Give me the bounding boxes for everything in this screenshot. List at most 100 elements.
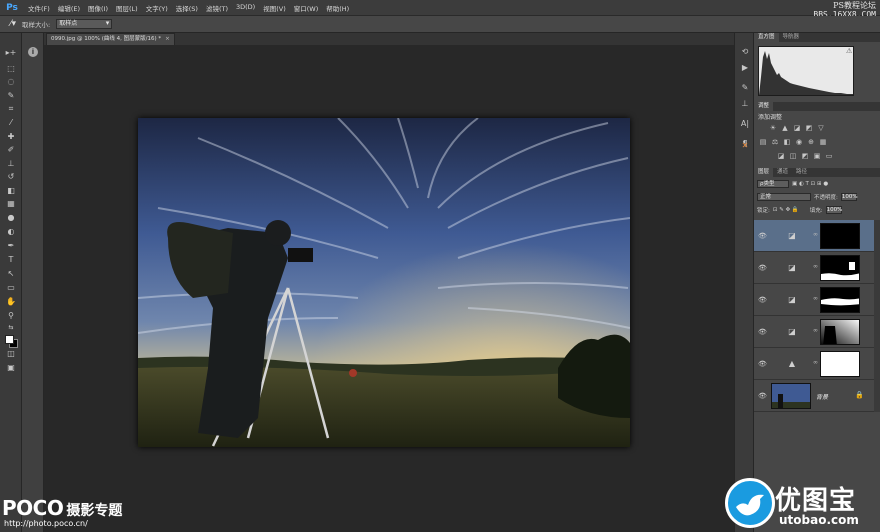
link-chain-icon[interactable]: ∞ xyxy=(813,359,818,366)
tab-paths[interactable]: 路径 xyxy=(792,168,811,177)
opacity-input[interactable]: 100% xyxy=(840,193,858,201)
close-tab-icon[interactable]: × xyxy=(165,36,170,42)
layer-levels-1[interactable]: 👁 ▲ ∞ xyxy=(754,348,874,380)
type-tool-icon[interactable]: T xyxy=(5,255,17,265)
shape-tool-icon[interactable]: ▭ xyxy=(5,283,17,293)
link-chain-icon[interactable]: ∞ xyxy=(813,327,818,334)
healing-brush-icon[interactable]: ✚ xyxy=(5,132,17,142)
photo-filter-icon[interactable]: ◉ xyxy=(794,138,804,146)
layer-mask-thumbnail[interactable] xyxy=(820,351,860,377)
hue-saturation-icon[interactable]: ▤ xyxy=(758,138,768,146)
exposure-icon[interactable]: ◩ xyxy=(804,124,814,132)
invert-icon[interactable]: ◪ xyxy=(776,152,786,160)
layer-mask-thumbnail[interactable] xyxy=(820,319,860,345)
clone-stamp-icon[interactable]: ⊥ xyxy=(5,159,17,169)
layer-mask-thumbnail[interactable] xyxy=(820,287,860,313)
selective-color-icon[interactable]: ▣ xyxy=(812,152,822,160)
layer-kind-filter[interactable]: ρ类型 xyxy=(757,180,789,188)
quick-select-tool-icon[interactable]: ✎ xyxy=(5,91,17,101)
lasso-tool-icon[interactable]: ◌ xyxy=(5,77,17,87)
eraser-tool-icon[interactable]: ◧ xyxy=(5,186,17,196)
visibility-eye-icon[interactable]: 👁 xyxy=(758,264,767,272)
layer-curves-1[interactable]: 👁 ◪ ∞ xyxy=(754,316,874,348)
swap-colors-icon[interactable]: ⇆ xyxy=(5,323,17,333)
curves-icon[interactable]: ◪ xyxy=(792,124,802,132)
channel-mixer-icon[interactable]: ⊕ xyxy=(806,138,816,146)
histogram-warning-icon[interactable]: ⚠ xyxy=(846,47,852,55)
link-chain-icon[interactable]: ∞ xyxy=(813,295,818,302)
layer-curves-2[interactable]: 👁 ◪ ∞ xyxy=(754,284,874,316)
document-photo[interactable] xyxy=(138,118,630,447)
fill-input[interactable]: 100% xyxy=(825,206,842,214)
lock-icons[interactable]: ⊡ ✎ ✥ 🔒 xyxy=(773,207,799,213)
tab-channels[interactable]: 通道 xyxy=(773,168,792,177)
layer-background[interactable]: 👁 背景 🔒 xyxy=(754,380,874,412)
color-lookup-icon[interactable]: ▦ xyxy=(818,138,828,146)
clone-source-icon[interactable]: ⊥ xyxy=(740,99,750,108)
sample-size-select[interactable]: 取样点 xyxy=(56,19,113,29)
tab-layers[interactable]: 图层 xyxy=(754,168,774,177)
vibrance-icon[interactable]: ▽ xyxy=(816,124,826,132)
color-balance-icon[interactable]: ⚖ xyxy=(770,138,780,146)
brush-tool-icon[interactable]: ✐ xyxy=(5,145,17,155)
quick-mask-icon[interactable]: ◫ xyxy=(5,349,17,359)
levels-icon[interactable]: ▲ xyxy=(780,124,790,132)
layer-filter-icons[interactable]: ▣ ◐ T ⊡ ⊞ ● xyxy=(792,181,828,187)
menu-item-5[interactable]: 选择(S) xyxy=(172,3,202,13)
link-chain-icon[interactable]: ∞ xyxy=(813,263,818,270)
menu-item-4[interactable]: 文字(Y) xyxy=(142,3,172,13)
blend-mode-select[interactable]: 正常 xyxy=(757,193,811,201)
history-brush-icon[interactable]: ↺ xyxy=(5,172,17,182)
menu-item-1[interactable]: 编辑(E) xyxy=(54,3,84,13)
tab-histogram[interactable]: 直方图 xyxy=(754,33,779,42)
menu-item-0[interactable]: 文件(F) xyxy=(24,3,54,13)
tools-preset-icon[interactable]: ✕ xyxy=(740,141,750,150)
visibility-eye-icon[interactable]: 👁 xyxy=(758,328,767,336)
background-thumbnail[interactable] xyxy=(771,383,811,409)
black-white-icon[interactable]: ◧ xyxy=(782,138,792,146)
history-panel-icon[interactable]: ⟲ xyxy=(740,47,750,56)
posterize-icon[interactable]: ◫ xyxy=(788,152,798,160)
marquee-tool-icon[interactable]: ⬚ xyxy=(5,64,17,74)
threshold-icon[interactable]: ◩ xyxy=(800,152,810,160)
link-chain-icon[interactable]: ∞ xyxy=(813,231,818,238)
blur-tool-icon[interactable]: ● xyxy=(5,213,17,223)
canvas-area[interactable] xyxy=(44,45,734,532)
gradient-tool-icon[interactable]: ▦ xyxy=(5,199,17,209)
layer-mask-thumbnail[interactable] xyxy=(820,255,860,281)
layer-curves-3[interactable]: 👁 ◪ ∞ xyxy=(754,252,874,284)
menu-item-2[interactable]: 图像(I) xyxy=(84,3,112,13)
move-tool-icon[interactable]: ▸+ xyxy=(5,48,17,58)
crop-tool-icon[interactable]: ⌗ xyxy=(5,104,17,114)
zoom-tool-icon[interactable]: ⚲ xyxy=(5,311,17,321)
document-tab[interactable]: 0990.jpg @ 100% (曲线 4, 图层蒙版/16) * × xyxy=(46,33,175,45)
layers-scrollbar[interactable] xyxy=(874,220,880,412)
foreground-color-swatch[interactable] xyxy=(5,335,14,344)
info-icon[interactable]: i xyxy=(28,47,38,57)
actions-panel-icon[interactable]: ▶ xyxy=(740,63,750,72)
dodge-tool-icon[interactable]: ◐ xyxy=(5,227,17,237)
hand-tool-icon[interactable]: ✋ xyxy=(5,297,17,307)
eyedropper-tool-icon[interactable]: ⁄▾ xyxy=(10,19,16,29)
layer-curves-4[interactable]: 👁 ◪ ∞ xyxy=(754,220,874,252)
tab-navigator[interactable]: 导航器 xyxy=(779,33,804,42)
menu-item-8[interactable]: 视图(V) xyxy=(259,3,290,13)
menu-item-10[interactable]: 帮助(H) xyxy=(322,3,353,13)
layer-mask-thumbnail[interactable] xyxy=(820,223,860,249)
menu-item-7[interactable]: 3D(D) xyxy=(232,3,259,13)
visibility-eye-icon[interactable]: 👁 xyxy=(758,360,767,368)
visibility-eye-icon[interactable]: 👁 xyxy=(758,392,767,400)
path-select-icon[interactable]: ↖ xyxy=(5,269,17,279)
gradient-map-icon[interactable]: ▭ xyxy=(824,152,834,160)
screen-mode-icon[interactable]: ▣ xyxy=(5,363,17,373)
tab-adjustments[interactable]: 调整 xyxy=(754,102,774,111)
brush-panel-icon[interactable]: ✎ xyxy=(740,83,750,92)
visibility-eye-icon[interactable]: 👁 xyxy=(758,232,767,240)
eyedropper-icon[interactable]: ⁄ xyxy=(5,118,17,128)
menu-item-9[interactable]: 窗口(W) xyxy=(290,3,323,13)
pen-tool-icon[interactable]: ✒ xyxy=(5,241,17,251)
visibility-eye-icon[interactable]: 👁 xyxy=(758,296,767,304)
character-panel-icon[interactable]: A| xyxy=(740,119,750,128)
brightness-icon[interactable]: ☀ xyxy=(768,124,778,132)
menu-item-6[interactable]: 滤镜(T) xyxy=(202,3,232,13)
